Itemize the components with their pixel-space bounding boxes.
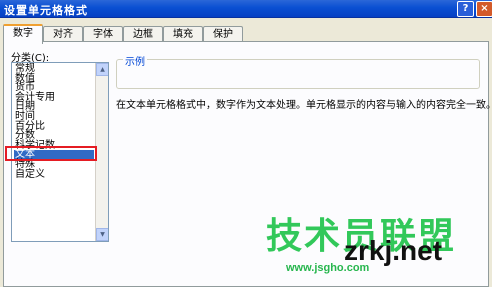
tab-border[interactable]: 边框: [123, 26, 163, 42]
category-listbox[interactable]: 常规 数值 货币 会计专用 日期 时间 百分比 分数 科学记数 文本 特殊 自定…: [11, 62, 109, 242]
tab-number[interactable]: 数字: [3, 24, 43, 44]
tab-fill[interactable]: 填充: [163, 26, 203, 42]
scroll-up-icon[interactable]: ▲: [96, 63, 108, 76]
tab-font[interactable]: 字体: [83, 26, 123, 42]
close-button[interactable]: ×: [476, 1, 492, 17]
category-item-custom[interactable]: 自定义: [14, 169, 94, 180]
sample-group: 示例: [116, 53, 480, 89]
watermark: 技术员联盟 zrkj.net www.jsgho.com: [266, 207, 476, 282]
watermark-url-text: www.jsgho.com: [286, 262, 370, 274]
sample-legend: 示例: [123, 53, 147, 68]
format-description: 在文本单元格格式中，数字作为文本处理。单元格显示的内容与输入的内容完全一致。: [116, 100, 492, 111]
help-button[interactable]: ?: [457, 1, 474, 17]
window-title: 设置单元格格式: [4, 4, 88, 17]
tab-alignment[interactable]: 对齐: [43, 26, 83, 42]
category-scrollbar[interactable]: ▲ ▼: [95, 63, 108, 241]
scroll-down-icon[interactable]: ▼: [96, 228, 108, 241]
tab-protection[interactable]: 保护: [203, 26, 243, 42]
title-bar[interactable]: 设置单元格格式 ? ×: [0, 0, 492, 18]
